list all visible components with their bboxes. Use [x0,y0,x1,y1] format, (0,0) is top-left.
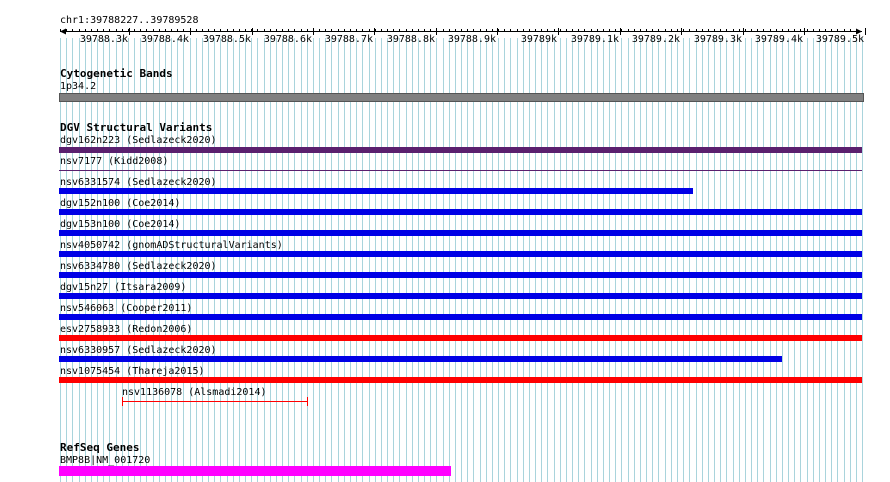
variant-bar[interactable] [59,147,862,153]
variant-bar[interactable] [59,272,862,278]
ruler-tick-label: 39789.3k [693,34,742,45]
ruler-tick-label: 39788.5k [202,34,251,45]
variant-label: nsv1075454 (Thareja2015) [60,366,205,377]
variant-bar[interactable] [59,377,862,383]
cytoband-bar[interactable] [59,93,864,102]
ruler-tick-label: 39788.4k [140,34,189,45]
variant-label: nsv546063 (Cooper2011) [60,303,193,314]
dgv-track-title: DGV Structural Variants [60,121,213,134]
variant-label: dgv162n223 (Sedlazeck2020) [60,135,217,146]
ruler-tick-label: 39788.7k [324,34,373,45]
ruler-tick-label: 39789.1k [570,34,619,45]
variant-label: esv2758933 (Redon2006) [60,324,193,335]
ruler-tick-label: 39789k [520,34,557,45]
variant-bar[interactable] [59,293,862,299]
variant-bar[interactable] [59,230,862,236]
variant-bar[interactable] [59,314,862,320]
variant-label: nsv6331574 (Sedlazeck2020) [60,177,217,188]
variant-label: nsv7177 (Kidd2008) [60,156,169,167]
variant-bar[interactable] [59,209,862,215]
ruler-tick-label: 39789.5k [815,34,864,45]
ruler-tick-label: 39788.8k [386,34,435,45]
variant-bar[interactable] [59,251,862,257]
variant-label: dgv153n100 (Coe2014) [60,219,181,230]
variant-bar[interactable] [59,356,782,362]
ruler-tick-label: 39788.3k [79,34,128,45]
ruler-tick-label: 39789.4k [754,34,803,45]
gene-label: BMP8B|NM_001720 [60,455,151,466]
variant-bar[interactable] [59,188,693,194]
ruler-tick-label: 39789.2k [631,34,680,45]
cytoband-label: 1p34.2 [60,81,97,92]
variant-bar[interactable] [59,335,862,341]
variant-label: nsv4050742 (gnomADStructuralVariants) [60,240,283,251]
refseq-track-title: RefSeq Genes [60,441,140,454]
variant-bar[interactable] [118,396,314,408]
gene-bar[interactable] [59,466,451,476]
ruler-tick-label: 39788.9k [447,34,496,45]
variant-label: nsv6330957 (Sedlazeck2020) [60,345,217,356]
variant-label: dgv152n100 (Coe2014) [60,198,181,209]
variant-label: dgv15n27 (Itsara2009) [60,282,187,293]
variant-label: nsv6334780 (Sedlazeck2020) [60,261,217,272]
variant-bar[interactable] [59,170,862,171]
cytoband-track-title: Cytogenetic Bands [60,67,173,80]
ruler-tick-label: 39788.6k [263,34,312,45]
